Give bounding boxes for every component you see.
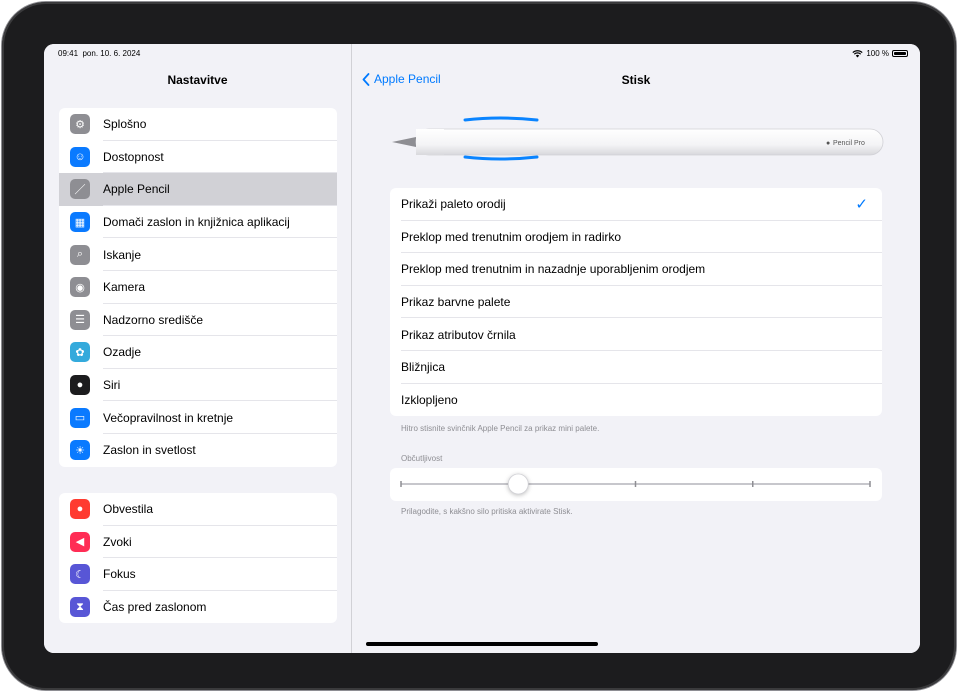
squeeze-option-label: Prikaz barvne palete bbox=[401, 295, 511, 310]
status-date: pon. 10. 6. 2024 bbox=[82, 49, 141, 58]
search-icon: ⌕ bbox=[70, 244, 90, 265]
sidebar-item-brightness[interactable]: ☀ Zaslon in svetlost bbox=[59, 434, 337, 467]
brightness-icon: ☀ bbox=[70, 440, 90, 461]
squeeze-option-label: Preklop med trenutnim in nazadnje uporab… bbox=[401, 262, 706, 277]
sidebar-item-label: Nadzorno središče bbox=[103, 312, 204, 327]
sidebar-item-pencil[interactable]: ／ Apple Pencil bbox=[59, 173, 337, 206]
sidebar-item-notifications[interactable]: ● Obvestila bbox=[59, 493, 337, 526]
sidebar-item-label: Domači zaslon in knjižnica aplikacij bbox=[103, 215, 290, 230]
sidebar: 09:41 pon. 10. 6. 2024 Nastavitve ⚙ Sploš… bbox=[44, 44, 352, 653]
squeeze-option-label: Preklop med trenutnim orodjem in radirko bbox=[401, 229, 622, 244]
sidebar-item-label: Kamera bbox=[103, 280, 146, 295]
camera-icon: ◉ bbox=[70, 277, 90, 298]
squeeze-option[interactable]: Preklop med trenutnim in nazadnje uporab… bbox=[390, 253, 882, 286]
pencil-brand-label: Pencil Pro bbox=[833, 140, 865, 147]
screen-time-icon: ⧗ bbox=[70, 597, 90, 618]
sidebar-item-gear[interactable]: ⚙ Splošno bbox=[59, 108, 337, 141]
sidebar-item-label: Siri bbox=[103, 378, 121, 393]
status-time-date: 09:41 pon. 10. 6. 2024 bbox=[58, 49, 140, 58]
options-footer: Hitro stisnite svinčnik Apple Pencil za … bbox=[401, 424, 600, 433]
focus-icon: ☾ bbox=[70, 564, 90, 585]
battery-icon bbox=[892, 50, 908, 57]
sidebar-item-wallpaper[interactable]: ✿ Ozadje bbox=[59, 336, 337, 369]
squeeze-line-bottom-icon bbox=[463, 155, 539, 161]
pencil-body-icon bbox=[415, 128, 884, 156]
settings-group-1: ⚙ Splošno ☺ Dostopnost ／ Apple Pencil ▦ Domači … bbox=[59, 108, 337, 467]
checkmark-icon: ✓ bbox=[855, 196, 868, 213]
battery-percent: 100 % bbox=[866, 49, 889, 58]
sensitivity-slider[interactable] bbox=[390, 468, 882, 501]
wifi-icon bbox=[852, 49, 863, 57]
squeeze-option[interactable]: Bližnjica bbox=[390, 351, 882, 384]
pencil-icon: ／ bbox=[70, 179, 90, 200]
squeeze-option-label: Izklopljeno bbox=[401, 392, 458, 407]
sidebar-item-label: Čas pred zaslonom bbox=[103, 600, 207, 615]
control-center-icon: ☰ bbox=[70, 309, 90, 330]
status-right: 100 % bbox=[852, 49, 908, 58]
notifications-icon: ● bbox=[70, 499, 90, 520]
sidebar-item-label: Zaslon in svetlost bbox=[103, 443, 196, 458]
sidebar-item-camera[interactable]: ◉ Kamera bbox=[59, 271, 337, 304]
sidebar-item-label: Obvestila bbox=[103, 502, 154, 517]
pencil-tip-icon bbox=[392, 137, 416, 147]
sidebar-item-label: Dostopnost bbox=[103, 149, 164, 164]
ipad-frame: 09:41 pon. 10. 6. 2024 Nastavitve ⚙ Sploš… bbox=[2, 2, 956, 690]
sidebar-item-focus[interactable]: ☾ Fokus bbox=[59, 558, 337, 591]
sidebar-item-screen-time[interactable]: ⧗ Čas pred zaslonom bbox=[59, 591, 337, 624]
sidebar-item-label: Večopravilnost in kretnje bbox=[103, 410, 234, 425]
sidebar-item-label: Splošno bbox=[103, 117, 147, 132]
sensitivity-footer: Prilagodite, s kakšno silo pritiska akti… bbox=[401, 507, 573, 516]
sidebar-item-search[interactable]: ⌕ Iskanje bbox=[59, 238, 337, 271]
sidebar-title: Nastavitve bbox=[167, 73, 228, 87]
multitasking-icon: ▭ bbox=[70, 407, 90, 428]
pencil-illustration: ● Pencil Pro bbox=[392, 116, 884, 161]
sidebar-item-siri[interactable]: ● Siri bbox=[59, 369, 337, 402]
squeeze-options-list: Prikaži paleto orodij ✓ Preklop med trenut… bbox=[390, 188, 882, 417]
squeeze-option[interactable]: Prikaz barvne palete bbox=[390, 286, 882, 319]
sidebar-item-label: Ozadje bbox=[103, 345, 142, 360]
squeeze-line-top-icon bbox=[463, 116, 539, 122]
sidebar-item-label: Zvoki bbox=[103, 534, 132, 549]
squeeze-option[interactable]: Izklopljeno bbox=[390, 384, 882, 417]
sidebar-item-home-screen[interactable]: ▦ Domači zaslon in knjižnica aplikacij bbox=[59, 206, 337, 239]
squeeze-option-label: Prikaz atributov črnila bbox=[401, 327, 516, 342]
squeeze-option[interactable]: Preklop med trenutnim orodjem in radirko bbox=[390, 221, 882, 254]
sidebar-item-label: Apple Pencil bbox=[103, 182, 170, 197]
settings-group-2: ● Obvestila ◀ Zvoki ☾ Fokus ⧗ Čas pred zaslonom bbox=[59, 493, 337, 624]
sidebar-item-label: Iskanje bbox=[103, 247, 142, 262]
accessibility-icon: ☺ bbox=[70, 146, 90, 167]
squeeze-option[interactable]: Prikaži paleto orodij ✓ bbox=[390, 188, 882, 221]
sidebar-item-sounds[interactable]: ◀ Zvoki bbox=[59, 526, 337, 559]
squeeze-option[interactable]: Prikaz atributov črnila bbox=[390, 318, 882, 351]
wallpaper-icon: ✿ bbox=[70, 342, 90, 363]
sidebar-item-control-center[interactable]: ☰ Nadzorno središče bbox=[59, 304, 337, 337]
squeeze-option-label: Bližnjica bbox=[401, 360, 446, 375]
sounds-icon: ◀ bbox=[70, 531, 90, 552]
home-indicator[interactable] bbox=[366, 642, 598, 646]
gear-icon: ⚙ bbox=[70, 114, 90, 135]
squeeze-option-label: Prikaži paleto orodij bbox=[401, 197, 506, 212]
slider-thumb[interactable] bbox=[507, 473, 529, 495]
siri-icon: ● bbox=[70, 375, 90, 396]
sidebar-item-accessibility[interactable]: ☺ Dostopnost bbox=[59, 141, 337, 174]
sidebar-item-label: Fokus bbox=[103, 567, 136, 582]
sidebar-item-multitasking[interactable]: ▭ Večopravilnost in kretnje bbox=[59, 401, 337, 434]
apple-logo-icon: ● bbox=[826, 140, 830, 147]
status-time: 09:41 bbox=[58, 49, 79, 58]
sensitivity-header: Občutljivost bbox=[401, 454, 443, 463]
screen: 09:41 pon. 10. 6. 2024 Nastavitve ⚙ Sploš… bbox=[44, 44, 920, 653]
sensitivity-slider-row bbox=[390, 468, 882, 501]
page-title: Stisk bbox=[621, 73, 651, 87]
detail-pane: 100 % Apple Pencil Stisk ● Pencil Pro Pr… bbox=[352, 44, 920, 653]
home-screen-icon: ▦ bbox=[70, 212, 90, 233]
